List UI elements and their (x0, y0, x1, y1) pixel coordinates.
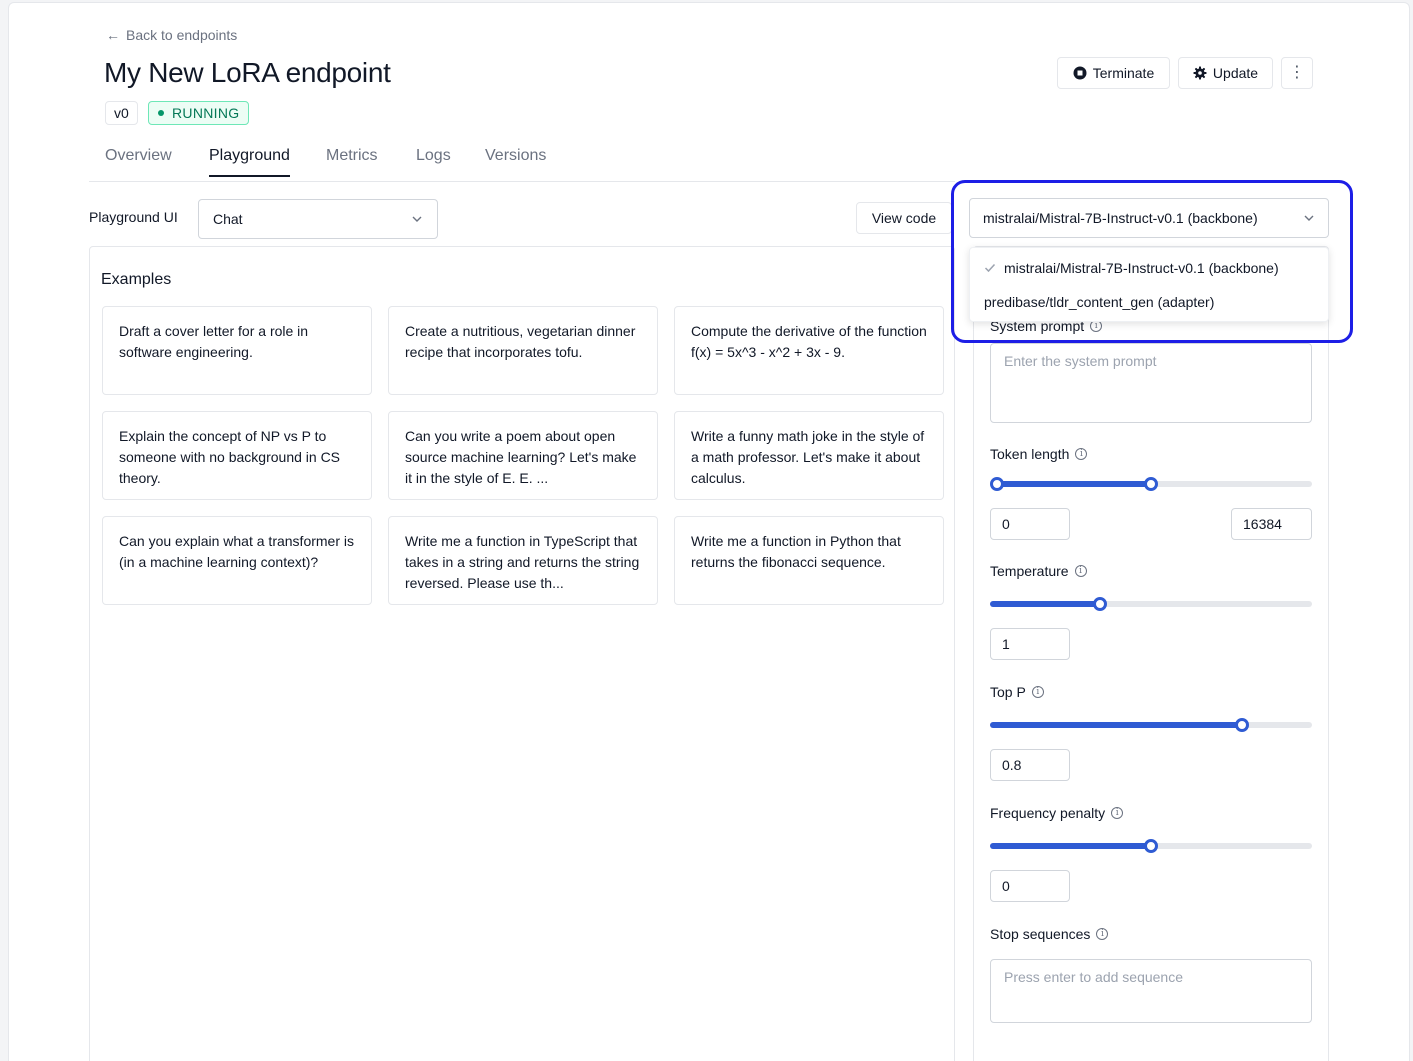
model-select-value: mistralai/Mistral-7B-Instruct-v0.1 (back… (983, 210, 1258, 226)
token-length-min-input[interactable]: 0 (990, 508, 1070, 540)
example-card[interactable]: Can you write a poem about open source m… (388, 411, 658, 500)
model-select[interactable]: mistralai/Mistral-7B-Instruct-v0.1 (back… (969, 198, 1329, 238)
top-p-label-text: Top P (990, 684, 1026, 700)
status-badge: RUNNING (148, 101, 250, 125)
version-badge: v0 (105, 101, 138, 125)
stop-sequences-label-text: Stop sequences (990, 926, 1091, 942)
example-card[interactable]: Explain the concept of NP vs P to someon… (102, 411, 372, 500)
token-length-label: Token length i (990, 446, 1088, 462)
tab-metrics[interactable]: Metrics (326, 147, 378, 175)
update-button-label: Update (1212, 65, 1259, 81)
tab-logs[interactable]: Logs (416, 147, 451, 175)
token-length-label-text: Token length (990, 446, 1070, 462)
frequency-penalty-input[interactable]: 0 (990, 870, 1070, 902)
frequency-penalty-label-text: Frequency penalty (990, 805, 1106, 821)
stop-sequences-input[interactable]: Press enter to add sequence (990, 959, 1312, 1023)
example-card[interactable]: Write a funny math joke in the style of … (674, 411, 944, 500)
frequency-penalty-slider[interactable] (990, 839, 1312, 853)
status-badge-label: RUNNING (172, 105, 240, 121)
stop-circle-icon (1073, 66, 1087, 80)
temperature-label: Temperature i (990, 563, 1087, 579)
playground-ui-label: Playground UI (89, 209, 178, 225)
model-dropdown-menu: mistralai/Mistral-7B-Instruct-v0.1 (back… (969, 247, 1329, 322)
examples-heading: Examples (101, 271, 172, 288)
arrow-left-icon: ← (106, 27, 120, 43)
tab-overview[interactable]: Overview (105, 147, 172, 175)
token-length-min-thumb[interactable] (990, 477, 1004, 491)
top-p-fill (990, 722, 1242, 728)
frequency-penalty-label: Frequency penalty i (990, 805, 1124, 821)
model-option-adapter[interactable]: predibase/tldr_content_gen (adapter) (970, 294, 1328, 310)
example-card[interactable]: Compute the derivative of the function f… (674, 306, 944, 395)
temperature-fill (990, 601, 1100, 607)
info-icon[interactable]: i (1075, 448, 1088, 460)
update-button[interactable]: Update (1178, 57, 1273, 89)
stop-sequences-label: Stop sequences i (990, 926, 1109, 942)
top-p-thumb[interactable] (1235, 718, 1249, 732)
info-icon[interactable]: i (1074, 565, 1087, 577)
tab-playground[interactable]: Playground (209, 147, 290, 177)
temperature-input[interactable]: 1 (990, 628, 1070, 660)
token-length-slider[interactable] (990, 477, 1312, 491)
top-p-input[interactable]: 0.8 (990, 749, 1070, 781)
view-code-button[interactable]: View code (856, 202, 952, 234)
example-card[interactable]: Create a nutritious, vegetarian dinner r… (388, 306, 658, 395)
chevron-down-icon (1304, 215, 1314, 221)
back-link[interactable]: ← Back to endpoints (106, 27, 237, 43)
terminate-button[interactable]: Terminate (1057, 57, 1170, 89)
token-length-max-thumb[interactable] (1144, 477, 1158, 491)
playground-ui-value: Chat (213, 211, 243, 227)
gear-icon (1193, 66, 1207, 80)
info-icon[interactable]: i (1096, 928, 1109, 940)
chevron-down-icon (412, 216, 422, 222)
frequency-penalty-thumb[interactable] (1144, 839, 1158, 853)
terminate-button-label: Terminate (1092, 65, 1155, 81)
token-length-fill (997, 481, 1151, 487)
system-prompt-input[interactable]: Enter the system prompt (990, 343, 1312, 423)
page-title: My New LoRA endpoint (104, 57, 391, 88)
model-option-label: predibase/tldr_content_gen (adapter) (984, 294, 1215, 310)
model-option-backbone[interactable]: mistralai/Mistral-7B-Instruct-v0.1 (back… (970, 260, 1328, 276)
tab-bar: Overview Playground Metrics Logs Version… (89, 140, 955, 182)
more-options-button[interactable]: ⋮ (1281, 57, 1313, 89)
example-card[interactable]: Write me a function in Python that retur… (674, 516, 944, 605)
frequency-penalty-fill (990, 843, 1151, 849)
top-p-label: Top P i (990, 684, 1044, 700)
kebab-menu-icon: ⋮ (1289, 64, 1305, 81)
example-card[interactable]: Can you explain what a transformer is (i… (102, 516, 372, 605)
info-icon[interactable]: i (1031, 686, 1044, 698)
temperature-label-text: Temperature (990, 563, 1069, 579)
example-card[interactable]: Draft a cover letter for a role in softw… (102, 306, 372, 395)
model-option-label: mistralai/Mistral-7B-Instruct-v0.1 (back… (1004, 260, 1279, 276)
tab-versions[interactable]: Versions (485, 147, 546, 175)
check-icon (984, 263, 996, 273)
temperature-thumb[interactable] (1093, 597, 1107, 611)
token-length-max-input[interactable]: 16384 (1231, 508, 1312, 540)
status-dot-icon (158, 110, 164, 116)
top-p-slider[interactable] (990, 718, 1312, 732)
temperature-slider[interactable] (990, 597, 1312, 611)
back-link-label: Back to endpoints (126, 27, 238, 43)
info-icon[interactable]: i (1111, 807, 1124, 819)
example-card[interactable]: Write me a function in TypeScript that t… (388, 516, 658, 605)
playground-ui-select[interactable]: Chat (198, 199, 438, 239)
